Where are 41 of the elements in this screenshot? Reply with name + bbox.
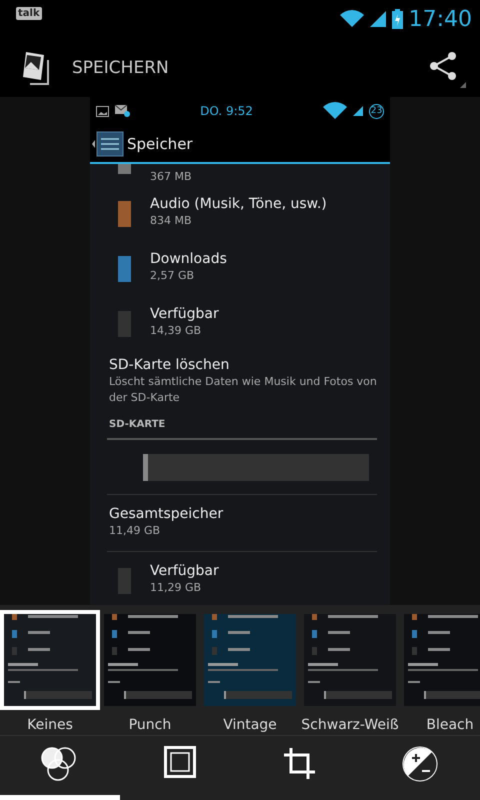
filter-label: Schwarz-Weiß — [301, 717, 399, 733]
frame-icon — [164, 746, 196, 778]
item-description: Löscht sämtliche Daten wie Musik und Fotos von der SD-Karte — [109, 374, 378, 406]
clock: 17:40 — [408, 6, 472, 32]
size-label: 11,49 GB — [109, 523, 160, 539]
wifi-icon — [323, 102, 347, 120]
item-title: SD-Karte löschen — [109, 356, 230, 374]
status-time: DO. 9:52 — [199, 104, 254, 118]
storage-title: Verfügbar — [150, 305, 219, 323]
screen-title: SPEICHERN — [72, 58, 170, 78]
storage-item[interactable]: Audio (Musik, Töne, usw.) 834 MB — [90, 185, 390, 240]
talk-notification-icon: talk — [16, 6, 42, 20]
size-label: 367 MB — [150, 169, 192, 185]
filter-label: Bleach — [426, 717, 474, 733]
size-label: 2,57 GB — [150, 268, 196, 284]
exposure-icon — [402, 746, 438, 782]
crop-icon — [282, 746, 318, 782]
erase-sd-item[interactable]: SD-Karte löschen Löscht sämtliche Daten wie Musik und Fotos von der SD-Karte — [90, 350, 390, 410]
item-title: Gesamtspeicher — [109, 505, 224, 523]
mail-icon — [115, 105, 130, 117]
size-label: 11,29 GB — [150, 580, 202, 596]
battery-icon — [392, 9, 403, 29]
storage-title: Downloads — [150, 250, 227, 268]
size-label: 834 MB — [150, 213, 193, 229]
settings-title: Speicher — [127, 134, 193, 152]
storage-title: Verfügbar — [150, 562, 219, 580]
wifi-icon — [340, 10, 364, 28]
filter-label: Punch — [128, 717, 172, 733]
storage-item[interactable]: Downloads 2,57 GB — [90, 240, 390, 295]
signal-icon — [370, 11, 386, 27]
storage-title: Audio (Musik, Töne, usw.) — [150, 195, 327, 213]
image-notification-icon — [96, 106, 109, 116]
battery-level-badge: 23 — [369, 104, 384, 118]
settings-app-icon[interactable] — [92, 130, 124, 156]
filter-label: Keines — [27, 717, 73, 733]
filter-label: Vintage — [223, 717, 277, 733]
storage-item[interactable]: Verfügbar 14,39 GB — [90, 295, 390, 350]
size-label: 14,39 GB — [150, 323, 202, 339]
signal-icon — [353, 106, 363, 116]
storage-item[interactable]: Verfügbar 11,29 GB — [90, 552, 390, 605]
section-header: SD-KARTE — [109, 418, 166, 430]
